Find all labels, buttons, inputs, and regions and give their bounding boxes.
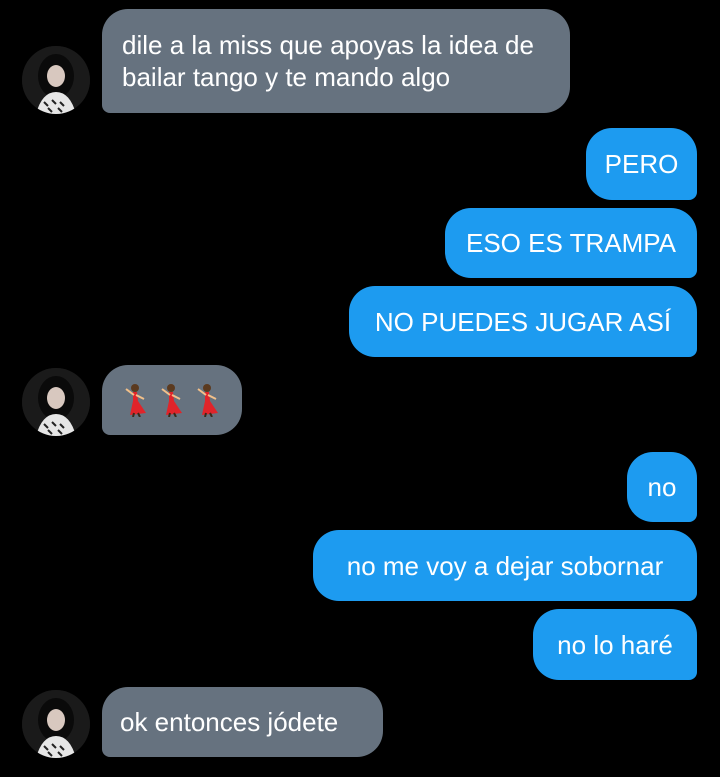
- emoji-row: [120, 383, 222, 417]
- outgoing-message[interactable]: no: [627, 452, 697, 522]
- incoming-message[interactable]: dile a la miss que apoyas la idea de bai…: [102, 9, 570, 113]
- flamenco-dancer-icon: [125, 384, 146, 417]
- outgoing-message[interactable]: no me voy a dejar sobornar: [313, 530, 697, 601]
- message-text: NO PUEDES JUGAR ASÍ: [374, 306, 672, 337]
- outgoing-message[interactable]: PERO: [586, 128, 697, 200]
- outgoing-message[interactable]: no lo haré: [533, 609, 697, 680]
- incoming-message[interactable]: [102, 365, 242, 435]
- message-text: no lo haré: [557, 629, 673, 660]
- contact-avatar[interactable]: [22, 368, 90, 436]
- contact-avatar[interactable]: [22, 46, 90, 114]
- outgoing-message[interactable]: ESO ES TRAMPA: [445, 208, 697, 278]
- message-text: ESO ES TRAMPA: [466, 228, 676, 258]
- outgoing-message[interactable]: NO PUEDES JUGAR ASÍ: [349, 286, 697, 357]
- message-text: no: [647, 472, 677, 502]
- message-text: dile a la miss que apoyas la idea de bai…: [122, 30, 534, 92]
- message-text: PERO: [604, 149, 679, 179]
- flamenco-dancer-icon: [161, 384, 182, 417]
- incoming-message[interactable]: ok entonces jódete: [102, 687, 383, 757]
- flamenco-dancer-icon: [197, 384, 218, 417]
- message-text: ok entonces jódete: [120, 707, 339, 737]
- message-text: no me voy a dejar sobornar: [346, 550, 664, 581]
- contact-avatar[interactable]: [22, 690, 90, 758]
